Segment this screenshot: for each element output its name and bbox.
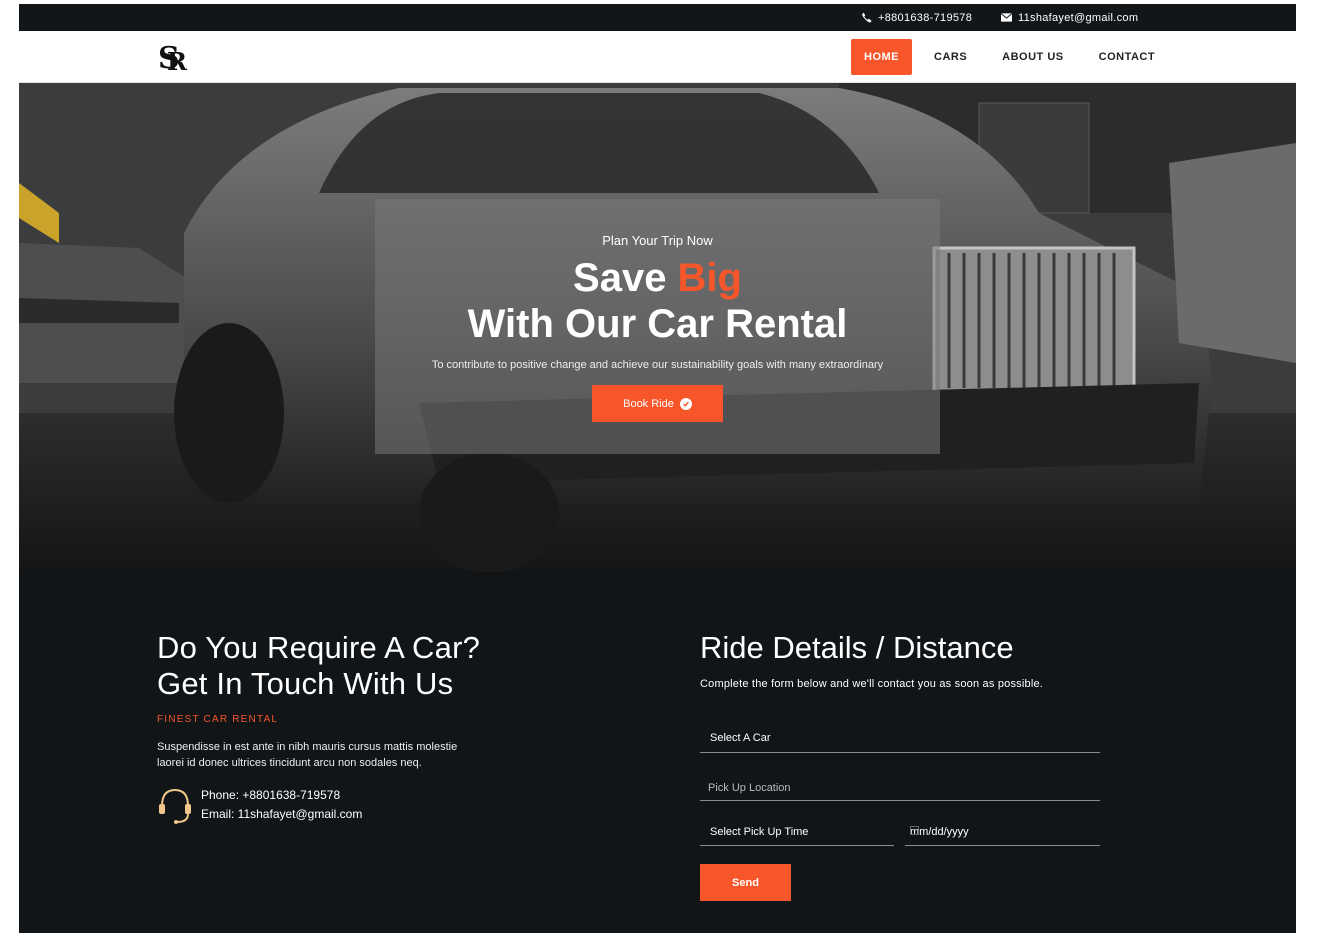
contact-details: Phone: +8801638-719578 Email: 11shafayet… — [157, 786, 577, 826]
nav-menu: HOME CARS ABOUT US CONTACT — [851, 39, 1177, 75]
nav-item-home[interactable]: HOME — [851, 39, 912, 75]
hero-banner: Plan Your Trip Now Save Big With Our Car… — [19, 83, 1296, 572]
top-contact-bar: +8801638-719578 11shafayet@gmail.com — [19, 4, 1296, 31]
phone-icon — [862, 12, 872, 23]
contact-title-line1: Do You Require A Car? — [157, 630, 481, 665]
contact-phone[interactable]: Phone: +8801638-719578 — [201, 786, 362, 805]
hero-content-card: Plan Your Trip Now Save Big With Our Car… — [375, 199, 940, 454]
hero-title-part1: Save — [573, 256, 678, 300]
brand-logo[interactable]: S R — [156, 40, 190, 76]
nav-item-cars[interactable]: CARS — [921, 39, 980, 75]
pickup-date-input[interactable]: mm/dd/yyyy — [905, 816, 1100, 846]
nav-item-contact[interactable]: CONTACT — [1086, 39, 1168, 75]
select-car-value: Select A Car — [710, 732, 771, 744]
page-frame: +8801638-719578 11shafayet@gmail.com S R… — [19, 4, 1296, 933]
select-car-dropdown[interactable]: Select A Car — [700, 723, 1100, 753]
calendar-icon[interactable] — [910, 826, 919, 835]
contact-title: Do You Require A Car? Get In Touch With … — [157, 630, 577, 702]
topbar-phone[interactable]: +8801638-719578 — [861, 4, 972, 31]
topbar-phone-text: +8801638-719578 — [878, 11, 973, 24]
contact-email[interactable]: Email: 11shafayet@gmail.com — [201, 805, 362, 824]
time-date-row: Select Pick Up Time mm/dd/yyyy — [700, 816, 1100, 846]
contact-kicker: FINEST CAR RENTAL — [157, 714, 279, 725]
pickup-time-dropdown[interactable]: Select Pick Up Time — [700, 816, 894, 846]
pickup-location-placeholder: Pick Up Location — [708, 782, 791, 794]
contact-title-line2: Get In Touch With Us — [157, 666, 454, 701]
contact-lines: Phone: +8801638-719578 Email: 11shafayet… — [201, 786, 362, 826]
ride-form-title: Ride Details / Distance — [700, 630, 1014, 665]
envelope-icon — [1001, 13, 1012, 22]
hero-description: To contribute to positive change and ach… — [431, 359, 884, 371]
svg-text:R: R — [167, 47, 188, 74]
hero-title: Save Big With Our Car Rental — [375, 255, 940, 347]
hero-kicker: Plan Your Trip Now — [602, 233, 713, 248]
pickup-time-value: Select Pick Up Time — [710, 826, 809, 838]
hero-title-accent: Big — [677, 256, 742, 300]
check-circle-icon — [679, 397, 692, 410]
topbar-email[interactable]: 11shafayet@gmail.com — [1001, 4, 1138, 31]
book-ride-button[interactable]: Book Ride — [592, 385, 723, 422]
main-navbar: S R HOME CARS ABOUT US CONTACT — [19, 31, 1296, 83]
pickup-location-input[interactable]: Pick Up Location — [700, 771, 1100, 801]
ride-form-subtitle: Complete the form below and we'll contac… — [700, 678, 1044, 690]
contact-description: Suspendisse in est ante in nibh mauris c… — [157, 741, 458, 769]
nav-item-about-us[interactable]: ABOUT US — [989, 39, 1076, 75]
send-button[interactable]: Send — [700, 864, 791, 901]
contact-form-section: Do You Require A Car? Get In Touch With … — [19, 572, 1296, 933]
hero-title-part2: With Our Car Rental — [467, 302, 848, 346]
topbar-email-text: 11shafayet@gmail.com — [1018, 11, 1139, 24]
headset-icon — [159, 788, 191, 824]
ride-form: Ride Details / Distance Complete the for… — [700, 630, 1100, 901]
contact-info-column: Do You Require A Car? Get In Touch With … — [157, 630, 577, 826]
book-ride-label: Book Ride — [623, 397, 674, 410]
